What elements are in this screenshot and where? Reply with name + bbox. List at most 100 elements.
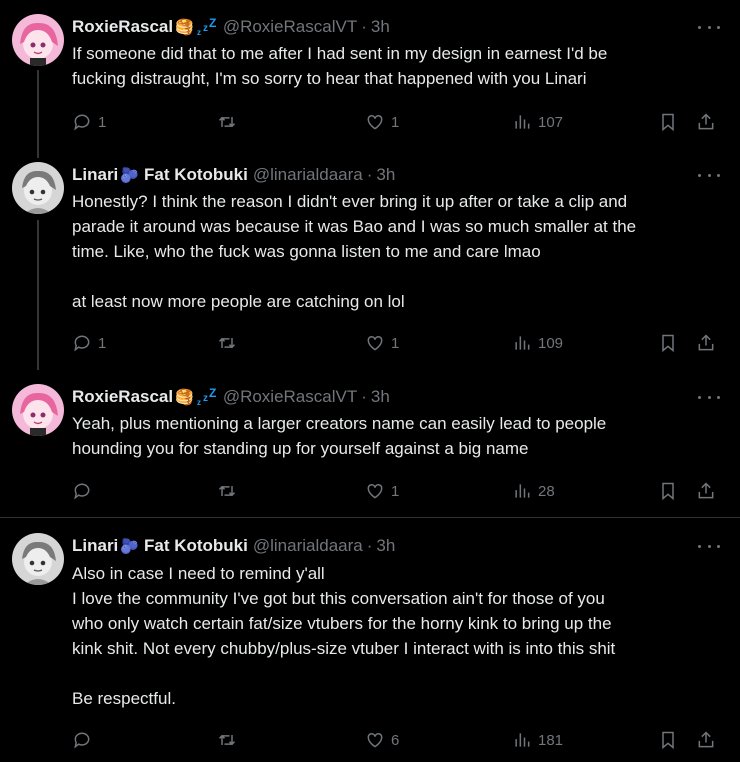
views-icon (515, 115, 530, 129)
retweet-icon (218, 485, 236, 497)
share-button[interactable] (696, 728, 716, 752)
tweet[interactable]: Linari 🫐 Fat Kotobuki @linarialdaara · 3… (0, 533, 740, 762)
display-name-suffix[interactable]: Fat Kotobuki (144, 536, 248, 556)
retweet-button[interactable] (217, 110, 243, 134)
reply-button[interactable] (72, 728, 98, 752)
avatar[interactable] (12, 14, 64, 66)
svg-text:z: z (203, 393, 208, 404)
share-button[interactable] (696, 331, 716, 355)
bookmark-button[interactable] (658, 110, 678, 134)
bookmark-button[interactable] (658, 479, 678, 503)
svg-text:Z: Z (209, 388, 216, 400)
bookmark-button[interactable] (658, 728, 678, 752)
tweet-divider (0, 517, 740, 518)
heart-icon (367, 114, 383, 130)
more-icon[interactable] (698, 537, 720, 555)
tweet-text-line: time. Like, who the fuck was gonna liste… (72, 242, 541, 261)
reply-icon (74, 335, 90, 352)
user-handle[interactable]: @RoxieRascalVT (223, 387, 357, 407)
reply-icon (74, 114, 90, 131)
timestamp[interactable]: 3h (376, 536, 395, 556)
tweet-text: Yeah, plus mentioning a larger creators … (72, 411, 722, 461)
display-name[interactable]: Linari (72, 536, 118, 556)
tweet[interactable]: RoxieRascal 🥞 z z Z @RoxieRascalVT · 3h … (0, 384, 740, 504)
tweet-actions: 1 1 109 (72, 331, 720, 355)
like-button[interactable]: 1 (365, 331, 399, 355)
views-button[interactable]: 28 (512, 479, 555, 503)
avatar[interactable] (12, 162, 64, 214)
views-button[interactable]: 109 (512, 331, 563, 355)
like-count: 6 (391, 731, 400, 749)
tweet-actions: 6 181 (72, 728, 720, 752)
tweet-actions: 1 28 (72, 479, 720, 503)
tweet-text-line: Yeah, plus mentioning a larger creators … (72, 414, 607, 433)
reply-count: 1 (98, 334, 107, 352)
tweet-text-line: at least now more people are catching on… (72, 292, 405, 311)
separator-dot: · (366, 536, 373, 555)
like-button[interactable]: 1 (365, 110, 399, 134)
tweet[interactable]: Linari 🫐 Fat Kotobuki @linarialdaara · 3… (0, 162, 740, 372)
more-icon[interactable] (698, 166, 720, 184)
share-icon (698, 113, 714, 130)
view-count: 181 (538, 731, 564, 749)
bookmark-button[interactable] (658, 331, 678, 355)
retweet-button[interactable] (217, 479, 243, 503)
tweet[interactable]: RoxieRascal 🥞 z z Z @RoxieRascalVT · 3h … (0, 14, 740, 144)
display-name[interactable]: RoxieRascal (72, 387, 173, 407)
tweet-text-line: Be respectful. (72, 689, 176, 708)
tweet-actions: 1 1 107 (72, 110, 720, 134)
reply-button[interactable] (72, 479, 98, 503)
user-handle[interactable]: @RoxieRascalVT (223, 17, 357, 37)
like-button[interactable]: 6 (365, 728, 399, 752)
zzz-icon: z z Z (197, 388, 216, 406)
timestamp[interactable]: 3h (376, 165, 395, 185)
tweet-text-line: Also in case I need to remind y'all (72, 564, 325, 583)
tweet-text: Honestly? I think the reason I didn't ev… (72, 189, 722, 314)
more-icon[interactable] (698, 18, 720, 36)
views-icon (515, 733, 530, 747)
heart-icon (367, 732, 383, 748)
svg-text:z: z (197, 398, 201, 406)
avatar[interactable] (12, 533, 64, 585)
bookmark-icon (662, 482, 674, 501)
more-icon[interactable] (698, 388, 720, 406)
like-count: 1 (391, 334, 400, 352)
user-handle[interactable]: @linarialdaara (253, 165, 363, 185)
display-name[interactable]: Linari (72, 165, 118, 185)
like-count: 1 (391, 482, 400, 500)
user-handle[interactable]: @linarialdaara (253, 536, 363, 556)
tweet-text-line: hounding you for standing up for yoursel… (72, 439, 529, 458)
tweet-header: RoxieRascal 🥞 z z Z @RoxieRascalVT · 3h (72, 16, 390, 38)
share-button[interactable] (696, 479, 716, 503)
pancake-emoji: 🥞 (175, 389, 194, 406)
display-name-suffix[interactable]: Fat Kotobuki (144, 165, 248, 185)
retweet-icon (218, 116, 236, 128)
views-icon (515, 484, 530, 498)
tweet-header: RoxieRascal 🥞 z z Z @RoxieRascalVT · 3h (72, 386, 390, 408)
view-count: 28 (538, 482, 555, 500)
svg-text:z: z (203, 23, 208, 34)
tweet-text-line: If someone did that to me after I had se… (72, 44, 608, 63)
retweet-button[interactable] (217, 728, 243, 752)
share-icon (698, 731, 714, 748)
share-icon (698, 334, 714, 351)
views-button[interactable]: 107 (512, 110, 563, 134)
retweet-button[interactable] (217, 331, 243, 355)
views-icon (515, 336, 530, 350)
tweet-text-line: I love the community I've got but this c… (72, 589, 605, 608)
separator-dot: · (361, 387, 367, 406)
tweet-text-line: fucking distraught, I'm so sorry to hear… (72, 69, 587, 88)
timestamp[interactable]: 3h (371, 17, 390, 37)
blueberry-emoji: 🫐 (120, 167, 139, 184)
reply-icon (74, 732, 90, 749)
like-button[interactable]: 1 (365, 479, 399, 503)
reply-button[interactable]: 1 (72, 110, 106, 134)
display-name[interactable]: RoxieRascal (72, 17, 173, 37)
heart-icon (367, 335, 383, 351)
avatar[interactable] (12, 384, 64, 436)
reply-button[interactable]: 1 (72, 331, 106, 355)
share-button[interactable] (696, 110, 716, 134)
timestamp[interactable]: 3h (371, 387, 390, 407)
views-button[interactable]: 181 (512, 728, 563, 752)
tweet-header: Linari 🫐 Fat Kotobuki @linarialdaara · 3… (72, 164, 395, 186)
